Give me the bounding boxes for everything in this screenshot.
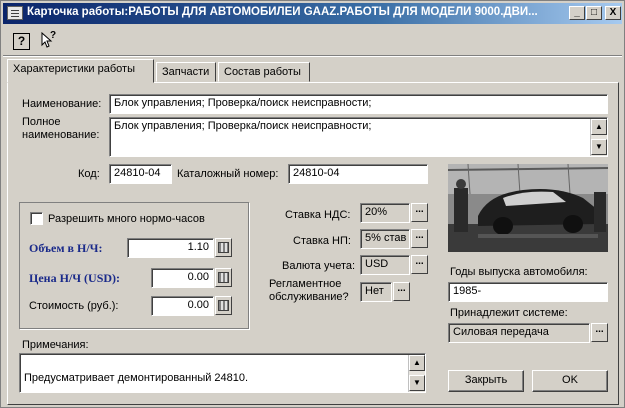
close-button[interactable]: Закрыть — [448, 370, 524, 392]
catalog-number-label: Каталожный номер: — [177, 168, 279, 180]
system-field[interactable]: Силовая передача — [448, 323, 590, 343]
title-bar[interactable]: Карточка работы:РАБОТЫ ДЛЯ АВТОМОБИЛЕЙ G… — [3, 3, 622, 24]
cost-field[interactable]: 0.00 — [151, 296, 214, 316]
vat-select-button[interactable]: ... — [411, 203, 428, 222]
catalog-number-field[interactable]: 24810-04 — [288, 164, 428, 184]
scroll-up-icon[interactable]: ▲ — [591, 119, 607, 135]
window-title: Карточка работы:РАБОТЫ ДЛЯ АВТОМОБИЛЕЙ G… — [27, 6, 538, 18]
years-field[interactable]: 1985- — [448, 282, 608, 302]
system-label: Принадлежит системе: — [450, 307, 568, 319]
tab-work-composition[interactable]: Состав работы — [218, 62, 310, 82]
maintenance-label-line1: Регламентное — [269, 278, 342, 290]
close-window-button[interactable]: X — [605, 6, 621, 20]
notes-scrollbar[interactable]: ▲ ▼ — [408, 355, 425, 392]
currency-field[interactable]: USD — [360, 255, 410, 275]
app-icon — [7, 6, 23, 20]
years-label: Годы выпуска автомобиля: — [450, 266, 588, 278]
scroll-up-icon[interactable]: ▲ — [409, 355, 425, 371]
multi-hours-checkbox[interactable] — [30, 212, 43, 225]
tab-parts[interactable]: Запчасти — [156, 62, 216, 82]
price-field[interactable]: 0.00 — [151, 268, 214, 288]
volume-calc-button[interactable] — [215, 238, 232, 257]
np-field[interactable]: 5% став — [360, 229, 410, 249]
cost-calc-button[interactable] — [215, 296, 232, 315]
name-label: Наименование: — [22, 98, 102, 110]
vat-label: Ставка НДС: — [285, 209, 351, 221]
tab-characteristics[interactable]: Характеристики работы — [7, 59, 154, 83]
fullname-textarea[interactable]: Блок управления; Проверка/поиск неисправ… — [109, 117, 608, 157]
system-select-button[interactable]: ... — [591, 323, 608, 342]
calculator-icon — [218, 272, 229, 283]
vat-field[interactable]: 20% — [360, 203, 410, 223]
name-field[interactable]: Блок управления; Проверка/поиск неисправ… — [109, 94, 608, 114]
notes-label: Примечания: — [22, 339, 89, 351]
maximize-button[interactable]: □ — [586, 6, 602, 20]
np-label: Ставка НП: — [293, 235, 351, 247]
calculator-icon — [218, 300, 229, 311]
currency-select-button[interactable]: ... — [411, 255, 428, 274]
work-card-window: Карточка работы:РАБОТЫ ДЛЯ АВТОМОБИЛЕЙ G… — [0, 0, 625, 408]
code-field[interactable]: 24810-04 — [109, 164, 172, 184]
minimize-button[interactable]: _ — [569, 6, 585, 20]
whats-this-pointer-icon[interactable]: ? — [39, 30, 59, 51]
calculator-icon — [218, 242, 229, 253]
car-assembly-image — [448, 164, 608, 252]
notes-textarea[interactable]: Предусматривает демонтированный 24810. — [19, 353, 426, 393]
vehicle-photo — [448, 164, 608, 252]
currency-label: Валюта учета: — [282, 260, 356, 272]
help-icon[interactable]: ? — [13, 33, 30, 50]
whats-this-mark: ? — [50, 30, 57, 41]
scroll-down-icon[interactable]: ▼ — [409, 375, 425, 391]
fullname-scrollbar[interactable]: ▲ ▼ — [590, 119, 607, 156]
volume-label: Объем в Н/Ч: — [29, 241, 103, 255]
multi-hours-label: Разрешить много нормо-часов — [48, 213, 205, 225]
scroll-down-icon[interactable]: ▼ — [591, 139, 607, 155]
toolbar-separator — [3, 55, 622, 57]
fullname-label-line2: наименование: — [22, 129, 100, 141]
volume-field[interactable]: 1.10 — [127, 238, 214, 258]
maintenance-field[interactable]: Нет — [360, 282, 392, 302]
maintenance-label-line2: обслуживание? — [269, 291, 349, 303]
maintenance-select-button[interactable]: ... — [393, 282, 410, 301]
cost-label: Стоимость (руб.): — [29, 300, 119, 312]
code-label: Код: — [78, 168, 100, 180]
fullname-label-line1: Полное — [22, 116, 61, 128]
price-label: Цена Н/Ч (USD): — [29, 271, 121, 285]
price-calc-button[interactable] — [215, 268, 232, 287]
ok-button[interactable]: OK — [532, 370, 608, 392]
np-select-button[interactable]: ... — [411, 229, 428, 248]
